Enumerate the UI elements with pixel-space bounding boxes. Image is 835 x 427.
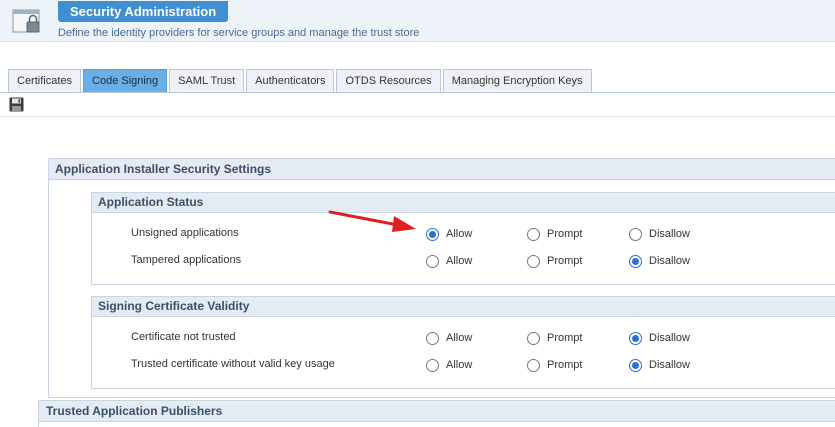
application-status-group: Application Status Unsigned applications…	[91, 192, 835, 285]
radio-selected[interactable]	[629, 358, 642, 372]
lock-window-icon	[12, 9, 40, 33]
save-icon[interactable]	[9, 97, 24, 112]
row-label: Tampered applications	[131, 254, 242, 266]
trusted-publishers-panel: Trusted Application Publishers	[38, 400, 835, 427]
radio[interactable]	[426, 331, 439, 345]
installer-settings-title: Application Installer Security Settings	[49, 159, 835, 180]
tab-bar: Certificates Code Signing SAML Trust Aut…	[8, 69, 594, 92]
tampered-allow-radio[interactable]: Allow	[426, 253, 472, 269]
trusted-publishers-title: Trusted Application Publishers	[39, 401, 835, 422]
toolbar	[0, 93, 835, 117]
application-status-title: Application Status	[92, 193, 835, 213]
installer-settings-panel: Application Installer Security Settings …	[48, 158, 835, 398]
page-header: Security Administration Define the ident…	[0, 0, 835, 42]
tab-saml-trust[interactable]: SAML Trust	[169, 69, 245, 92]
unsigned-prompt-radio[interactable]: Prompt	[527, 226, 582, 242]
key-usage-prompt-radio[interactable]: Prompt	[527, 357, 582, 373]
not-trusted-prompt-radio[interactable]: Prompt	[527, 330, 582, 346]
page-title: Security Administration	[58, 1, 229, 22]
row-label: Certificate not trusted	[131, 331, 236, 343]
tampered-applications-row: Tampered applications Allow Prompt Disal…	[92, 253, 835, 269]
radio[interactable]	[629, 227, 642, 241]
radio[interactable]	[527, 358, 540, 372]
unsigned-allow-radio[interactable]: Allow	[426, 226, 472, 242]
tab-authenticators[interactable]: Authenticators	[246, 69, 335, 92]
radio-selected[interactable]	[629, 331, 642, 345]
tampered-disallow-radio[interactable]: Disallow	[629, 253, 690, 269]
tampered-prompt-radio[interactable]: Prompt	[527, 253, 582, 269]
key-usage-disallow-radio[interactable]: Disallow	[629, 357, 690, 373]
radio-selected[interactable]	[629, 254, 642, 268]
radio-selected[interactable]	[426, 227, 439, 241]
radio[interactable]	[426, 358, 439, 372]
signing-certificate-validity-group: Signing Certificate Validity Certificate…	[91, 296, 835, 389]
row-label: Unsigned applications	[131, 227, 239, 239]
key-usage-allow-radio[interactable]: Allow	[426, 357, 472, 373]
page-subtitle: Define the identity providers for servic…	[58, 27, 420, 39]
row-label: Trusted certificate without valid key us…	[131, 358, 335, 370]
radio[interactable]	[527, 331, 540, 345]
certificate-not-trusted-row: Certificate not trusted Allow Prompt Dis…	[92, 330, 835, 346]
tab-otds-resources[interactable]: OTDS Resources	[336, 69, 441, 92]
tab-code-signing[interactable]: Code Signing	[83, 69, 168, 92]
not-trusted-allow-radio[interactable]: Allow	[426, 330, 472, 346]
annotation-arrow-icon	[328, 210, 416, 232]
unsigned-disallow-radio[interactable]: Disallow	[629, 226, 690, 242]
tab-managing-encryption-keys[interactable]: Managing Encryption Keys	[442, 69, 592, 92]
tab-certificates[interactable]: Certificates	[8, 69, 82, 92]
unsigned-applications-row: Unsigned applications Allow Prompt Disal…	[92, 226, 835, 242]
invalid-key-usage-row: Trusted certificate without valid key us…	[92, 357, 835, 373]
radio[interactable]	[426, 254, 439, 268]
signing-certificate-validity-title: Signing Certificate Validity	[92, 297, 835, 317]
radio[interactable]	[527, 254, 540, 268]
not-trusted-disallow-radio[interactable]: Disallow	[629, 330, 690, 346]
radio[interactable]	[527, 227, 540, 241]
